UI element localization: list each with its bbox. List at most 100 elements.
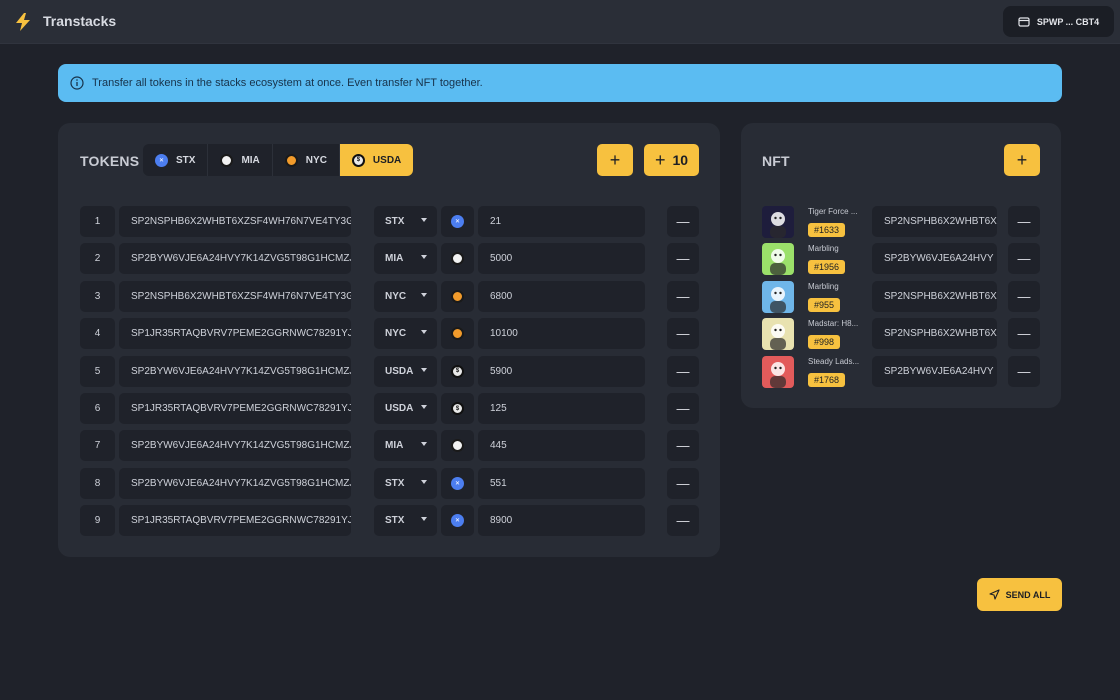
plus-icon: + <box>1016 150 1028 170</box>
chevron-down-icon <box>421 479 427 484</box>
nyc-coin-icon <box>451 289 464 303</box>
remove-nft-button[interactable]: — <box>1008 280 1040 312</box>
info-icon <box>70 76 84 90</box>
token-select[interactable]: USDA <box>374 393 437 424</box>
nft-thumbnail <box>762 280 794 313</box>
row-index: 6 <box>80 393 115 424</box>
remove-row-button-text: — <box>676 214 690 229</box>
tab-stx[interactable]: ✕ STX <box>143 144 209 176</box>
token-select-text: MIA <box>385 253 404 265</box>
amount-input[interactable]: 445 <box>478 430 645 462</box>
tab-nyc[interactable]: NYC <box>273 144 340 176</box>
nft-name: Marbling <box>808 244 839 254</box>
nft-recipient-input[interactable]: SP2NSPHB6X2WHBT6X <box>872 280 997 312</box>
send-all-button[interactable]: SEND ALL <box>977 578 1062 611</box>
tab-label: MIA <box>241 154 260 166</box>
row-index: 3 <box>80 280 115 312</box>
token-select[interactable]: NYC <box>374 280 437 312</box>
recipient-address-input[interactable]: SP2BYW6VJE6A24HVY7K14ZVG5T98G1HCMZJ <box>119 467 351 499</box>
tab-usda[interactable]: $ USDA <box>339 144 414 176</box>
nft-recipient-input[interactable]: SP2NSPHB6X2WHBT6X <box>872 318 997 350</box>
token-select[interactable]: USDA <box>374 355 437 387</box>
wallet-button[interactable]: SPWP ... CBT4 <box>1003 6 1114 37</box>
amount-input[interactable]: 5900 <box>478 355 645 387</box>
token-coin-cell: $ <box>441 355 474 387</box>
recipient-address-input[interactable]: SP2BYW6VJE6A24HVY7K14ZVG5T98G1HCMZJ <box>119 430 351 462</box>
recipient-address-input[interactable]: SP1JR35RTAQBVRV7PEME2GGRNWC78291YJPA <box>119 318 351 350</box>
wallet-icon <box>1018 16 1030 27</box>
nft-title: NFT <box>762 153 790 169</box>
recipient-address-input-text: SP2NSPHB6X2WHBT6XZSF4WH76N7VE4TY3G <box>131 290 351 302</box>
remove-row-button[interactable]: — <box>667 318 699 350</box>
token-select[interactable]: STX <box>374 206 437 237</box>
recipient-address-input-text: SP1JR35RTAQBVRV7PEME2GGRNWC78291YJPA <box>131 403 351 414</box>
amount-input[interactable]: 5000 <box>478 243 645 275</box>
token-coin-cell: ✕ <box>441 206 474 237</box>
amount-input-text: 6800 <box>490 290 513 302</box>
nft-name: Madstar: H8... <box>808 319 859 329</box>
send-all-label: SEND ALL <box>1005 589 1051 600</box>
add-token-row-button[interactable]: + <box>597 144 633 176</box>
minus-icon: — <box>1017 288 1031 304</box>
remove-row-button[interactable]: — <box>667 467 699 499</box>
wallet-address: SPWP ... CBT4 <box>1036 16 1100 27</box>
row-index-text: 3 <box>94 290 101 302</box>
nft-thumbnail <box>762 318 794 351</box>
token-select[interactable]: STX <box>374 467 437 499</box>
nft-recipient-input[interactable]: SP2NSPHB6X2WHBT6X <box>872 206 997 237</box>
row-index-text: 5 <box>94 365 101 377</box>
remove-row-button[interactable]: — <box>667 393 699 424</box>
remove-row-button[interactable]: — <box>667 430 699 462</box>
amount-input[interactable]: 10100 <box>478 318 645 350</box>
stx-coin-icon: ✕ <box>155 153 168 167</box>
amount-input[interactable]: 21 <box>478 206 645 237</box>
token-select-text: NYC <box>385 328 407 340</box>
nft-name: Tiger Force ... <box>808 207 858 216</box>
remove-row-button[interactable]: — <box>667 505 699 537</box>
token-select-text: STX <box>385 515 405 527</box>
recipient-address-input[interactable]: SP2BYW6VJE6A24HVY7K14ZVG5T98G1HCMZJ <box>119 243 351 275</box>
recipient-address-input[interactable]: SP1JR35RTAQBVRV7PEME2GGRNWC78291YJPA <box>119 505 351 537</box>
add-nft-button[interactable]: + <box>1004 144 1040 176</box>
remove-row-button[interactable]: — <box>667 280 699 312</box>
token-select-text: USDA <box>385 365 414 377</box>
amount-input-text: 551 <box>490 477 507 489</box>
token-select[interactable]: MIA <box>374 430 437 462</box>
amount-input[interactable]: 6800 <box>478 280 645 312</box>
row-index-text: 6 <box>94 403 101 414</box>
token-coin-cell: ✕ <box>441 467 474 499</box>
nft-recipient-input[interactable]: SP2BYW6VJE6A24HVY <box>872 243 997 275</box>
plus-icon: + <box>609 150 621 170</box>
nft-panel: NFT + Tiger Force ... #1633 SP2NSPHB6X2WHB… <box>741 123 1061 408</box>
token-select[interactable]: STX <box>374 505 437 537</box>
usda-coin-icon: $ <box>451 402 464 415</box>
stx-coin-icon: ✕ <box>451 215 464 228</box>
token-coin-cell: $ <box>441 393 474 424</box>
add-ten-label: 10 <box>672 152 689 168</box>
recipient-address-input[interactable]: SP2NSPHB6X2WHBT6XZSF4WH76N7VE4TY3G <box>119 206 351 237</box>
token-select[interactable]: MIA <box>374 243 437 275</box>
remove-row-button[interactable]: — <box>667 206 699 237</box>
token-coin-cell <box>441 430 474 462</box>
remove-row-button[interactable]: — <box>667 243 699 275</box>
remove-nft-button[interactable]: — <box>1008 243 1040 275</box>
token-coin-cell: ✕ <box>441 505 474 537</box>
remove-row-button[interactable]: — <box>667 355 699 387</box>
token-select-text: STX <box>385 477 405 489</box>
amount-input[interactable]: 125 <box>478 393 645 424</box>
recipient-address-input[interactable]: SP2BYW6VJE6A24HVY7K14ZVG5T98G1HCMZJ <box>119 355 351 387</box>
tab-mia[interactable]: MIA <box>208 144 273 176</box>
remove-nft-button[interactable]: — <box>1008 318 1040 350</box>
nft-recipient-text: SP2NSPHB6X2WHBT6X <box>884 328 997 340</box>
remove-nft-button[interactable]: — <box>1008 206 1040 237</box>
recipient-address-input[interactable]: SP2NSPHB6X2WHBT6XZSF4WH76N7VE4TY3G <box>119 280 351 312</box>
token-tabs: ✕ STX MIA NYC $ USDA <box>143 144 414 176</box>
amount-input[interactable]: 551 <box>478 467 645 499</box>
recipient-address-input[interactable]: SP1JR35RTAQBVRV7PEME2GGRNWC78291YJPA <box>119 393 351 424</box>
add-ten-rows-button[interactable]: + 10 <box>644 144 699 176</box>
token-select[interactable]: NYC <box>374 318 437 350</box>
remove-nft-button[interactable]: — <box>1008 355 1040 387</box>
amount-input[interactable]: 8900 <box>478 505 645 537</box>
nft-id-badge: #998 <box>808 335 841 350</box>
nft-recipient-input[interactable]: SP2BYW6VJE6A24HVY <box>872 355 997 387</box>
